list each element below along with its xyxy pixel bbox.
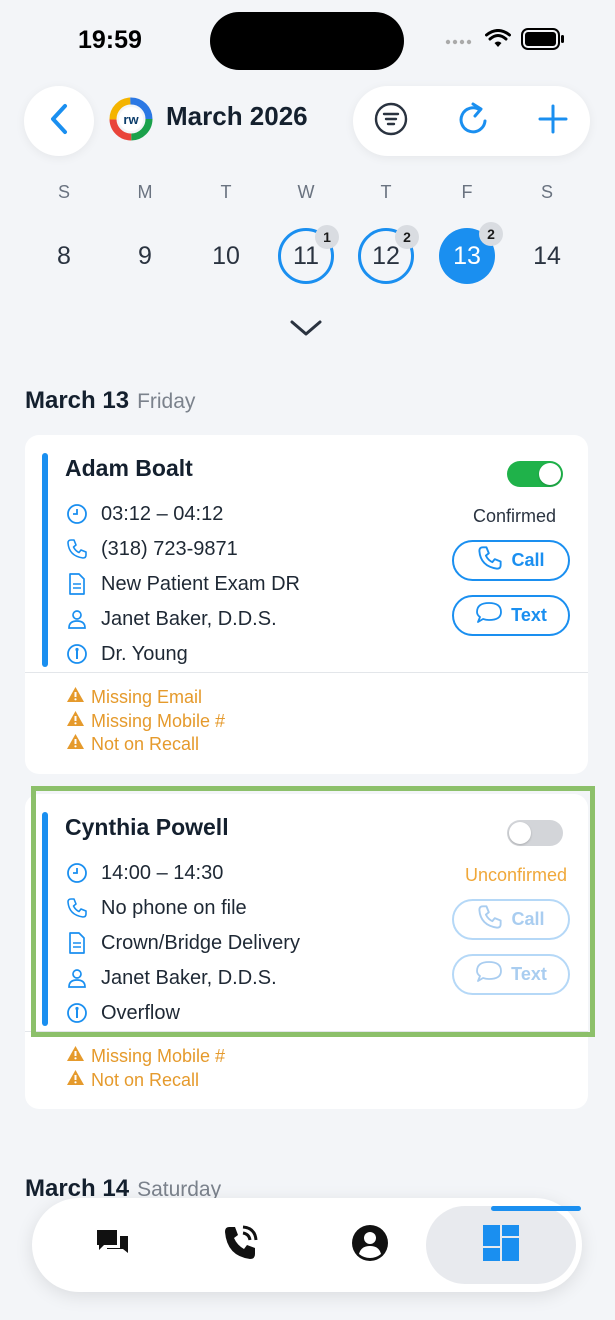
warning-icon [66, 733, 85, 755]
section-date: March 13 [25, 387, 130, 414]
date-14[interactable]: 14 [519, 228, 575, 284]
warning-icon [66, 1069, 85, 1091]
phone-icon [65, 537, 89, 561]
date-13-selected[interactable]: 13 2 [439, 222, 503, 284]
phone-calls-icon [221, 1223, 261, 1268]
weekday-label: S [57, 182, 70, 202]
chevron-left-icon [49, 103, 69, 140]
appointment-card[interactable]: Adam Boalt 03:12 – 04:12 (318) 723-9871 … [25, 435, 588, 774]
weekday-label: T [220, 182, 232, 202]
appointment-count-badge: 2 [395, 225, 419, 249]
dynamic-island [210, 12, 404, 70]
text-label: Text [511, 605, 547, 625]
weekday-label: M [137, 182, 153, 202]
warning-icon [66, 710, 85, 732]
clock-icon [65, 502, 89, 526]
warning-text: Missing Mobile # [91, 1045, 226, 1066]
nav-messages[interactable] [88, 1220, 138, 1270]
status-icons [445, 28, 565, 55]
app-logo: rw [108, 96, 154, 142]
date-number: 13 [453, 242, 481, 270]
warning-item: Not on Recall [66, 1069, 199, 1091]
nav-profile[interactable] [345, 1220, 395, 1270]
chat-bubble-icon [475, 601, 503, 630]
date-9[interactable]: 9 [117, 228, 173, 284]
call-button[interactable]: Call [452, 540, 570, 581]
phone-icon [477, 545, 503, 576]
warning-item: Missing Email [66, 686, 202, 708]
expand-calendar-button[interactable] [288, 318, 324, 343]
signal-icon [445, 33, 475, 51]
confirmation-status: Confirmed [472, 506, 556, 526]
weekday-label: F [461, 182, 473, 202]
plus-icon [538, 104, 568, 139]
calendar-header: rw March 2026 [0, 82, 615, 172]
warning-text: Not on Recall [91, 1069, 200, 1090]
appointment-count-badge: 2 [479, 222, 503, 246]
call-label: Call [511, 550, 545, 570]
bottom-nav [32, 1198, 582, 1292]
logo-text: rw [123, 112, 139, 127]
filter-icon [374, 102, 408, 141]
wifi-icon [485, 29, 511, 54]
date-10[interactable]: 10 [198, 228, 254, 284]
warning-icon [66, 686, 85, 708]
provider: Janet Baker, D.D.S. [101, 607, 277, 630]
card-accent-bar [42, 453, 48, 667]
profile-icon [350, 1223, 390, 1268]
date-11[interactable]: 11 1 [278, 225, 339, 284]
refresh-icon [456, 101, 490, 142]
procedure: New Patient Exam DR [101, 572, 300, 595]
back-button[interactable] [24, 86, 94, 156]
battery-icon [521, 28, 565, 55]
status-time: 19:59 [78, 26, 142, 54]
date-12[interactable]: 12 2 [358, 225, 419, 284]
warning-text: Missing Email [91, 686, 203, 707]
dashboard-icon [481, 1223, 521, 1268]
messages-icon [95, 1227, 131, 1264]
weekday-label: W [297, 182, 315, 202]
warning-text: Missing Mobile # [91, 710, 226, 731]
date-number: 12 [372, 242, 400, 270]
document-icon [65, 572, 89, 596]
patient-name: Adam Boalt [65, 455, 193, 481]
operatory: Dr. Young [101, 642, 188, 665]
patient-phone[interactable]: (318) 723-9871 [101, 538, 238, 561]
appointment-time: 03:12 – 04:12 [101, 502, 224, 525]
text-button[interactable]: Text [452, 595, 570, 636]
appointment-count-badge: 1 [315, 225, 339, 249]
card-divider [25, 672, 588, 673]
confirm-toggle[interactable] [507, 461, 563, 487]
filter-button[interactable] [373, 102, 409, 141]
nav-dashboard[interactable] [476, 1220, 526, 1270]
date-8[interactable]: 8 [36, 228, 92, 284]
chevron-down-icon [288, 320, 324, 342]
selection-highlight [31, 786, 595, 1037]
warning-icon [66, 1045, 85, 1067]
add-appointment-button[interactable] [535, 103, 571, 139]
refresh-button[interactable] [455, 101, 491, 142]
warning-item: Missing Mobile # [66, 1045, 225, 1067]
date-number: 11 [293, 242, 319, 270]
weekday-label: T [380, 182, 392, 202]
weekday-label: S [540, 182, 553, 202]
active-tab-indicator [491, 1206, 581, 1211]
section-weekday: Friday [137, 390, 196, 413]
operatory-icon [65, 642, 89, 666]
nav-calls[interactable] [216, 1220, 266, 1270]
warning-text: Not on Recall [91, 733, 200, 754]
warning-item: Missing Mobile # [66, 710, 225, 732]
warning-item: Not on Recall [66, 733, 199, 755]
page-title: March 2026 [166, 101, 308, 131]
person-icon [65, 607, 89, 631]
status-bar: 19:59 [0, 0, 615, 80]
section-date-header: March 13 Friday [25, 387, 195, 415]
header-actions [353, 86, 590, 156]
